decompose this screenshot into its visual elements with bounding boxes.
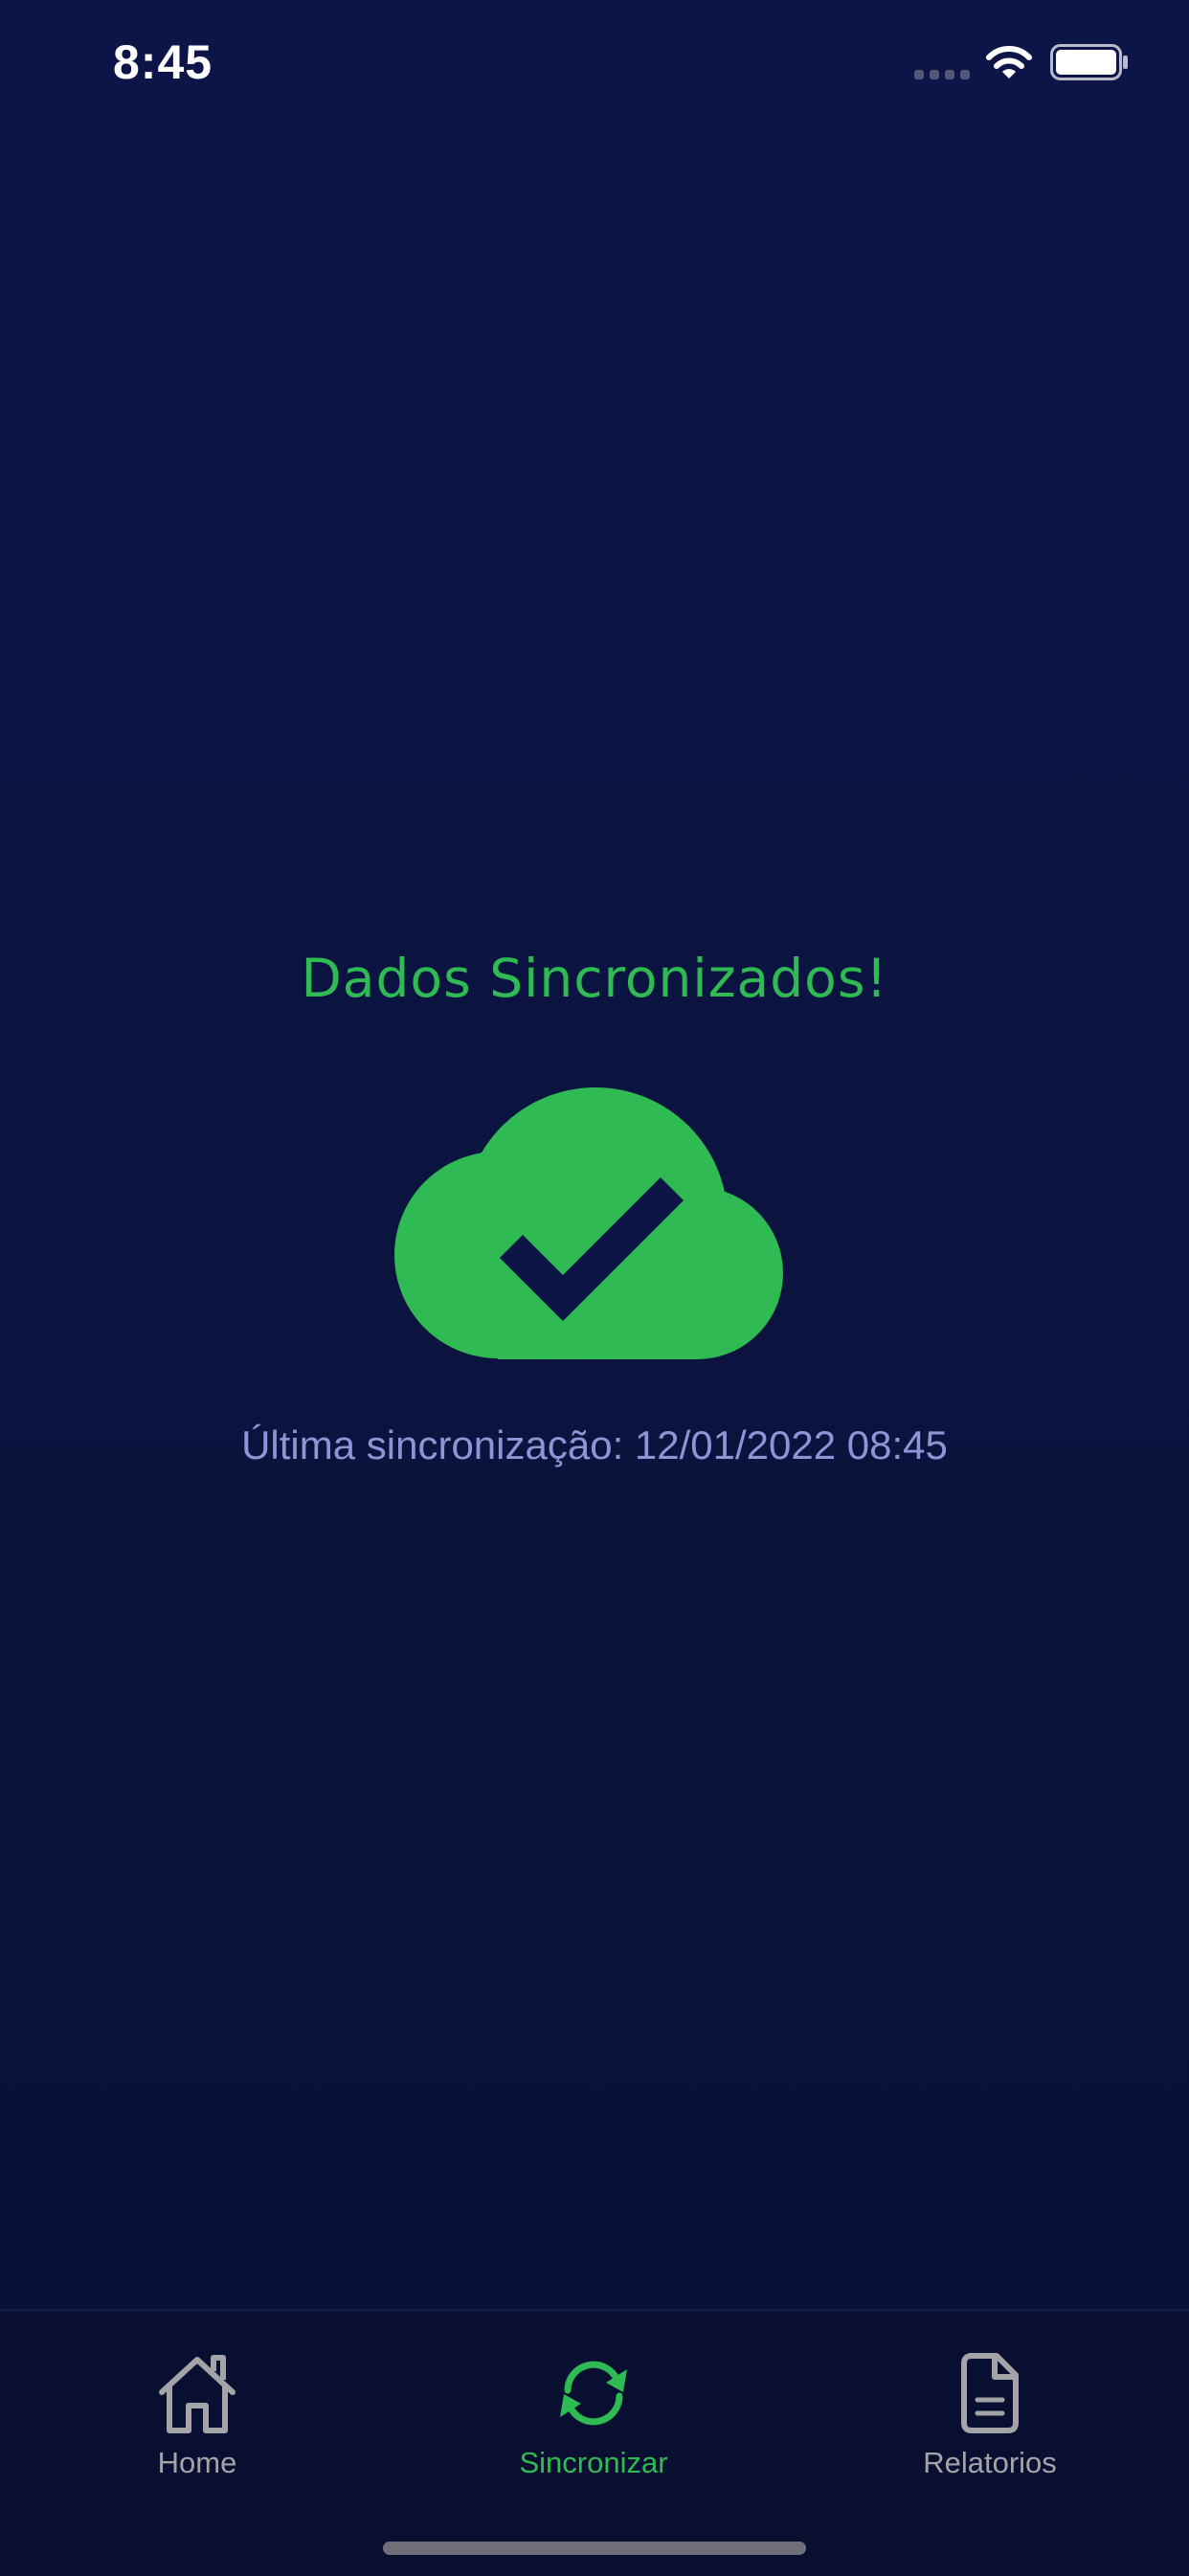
tab-sync-label: Sincronizar: [519, 2446, 668, 2479]
document-icon: [961, 2353, 1019, 2433]
tab-reports-label: Relatorios: [923, 2446, 1057, 2479]
tab-home-label: Home: [157, 2446, 237, 2479]
home-icon: [159, 2355, 236, 2433]
sync-status-title: Dados Sincronizados!: [301, 948, 888, 1009]
home-indicator[interactable]: [383, 2542, 806, 2555]
tab-home[interactable]: Home: [54, 2350, 341, 2494]
tab-reports[interactable]: Relatorios: [846, 2350, 1133, 2494]
last-sync-text: Última sincronização: 12/01/2022 08:45: [241, 1422, 948, 1467]
sync-screen: Dados Sincronizados! Última sincronizaçã…: [0, 0, 1189, 2307]
tab-bar: Home Sincronizar Relatorios: [0, 2309, 1189, 2576]
tab-sync[interactable]: Sincronizar: [450, 2350, 737, 2494]
sync-icon: [560, 2361, 627, 2426]
cloud-check-icon: [394, 1087, 783, 1359]
